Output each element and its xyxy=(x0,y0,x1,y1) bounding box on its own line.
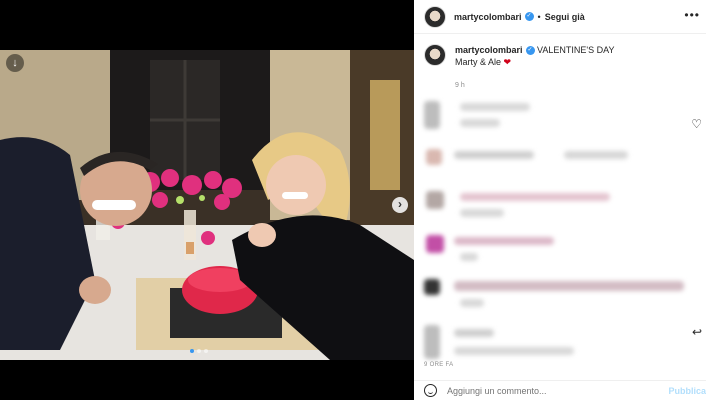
comment-like-icon[interactable]: ♡ xyxy=(691,117,702,131)
comment-item xyxy=(414,141,706,187)
comments-panel: martycolombari ✓ • Segui già ••• martyco… xyxy=(414,0,706,400)
header-username[interactable]: martycolombari xyxy=(454,12,522,22)
post-photo[interactable] xyxy=(0,50,414,360)
download-icon[interactable]: ↓ xyxy=(6,54,24,72)
more-options-icon[interactable]: ••• xyxy=(684,8,700,22)
comments-list: ♡ ↩ xyxy=(414,95,706,371)
comment-avatar xyxy=(424,325,440,359)
carousel-indicator xyxy=(190,349,208,353)
comment-text xyxy=(460,119,500,127)
carousel-dot xyxy=(197,349,201,353)
caption-username[interactable]: martycolombari xyxy=(455,45,523,55)
comment-text xyxy=(564,151,628,159)
comment-avatar xyxy=(426,149,442,165)
instagram-post-viewer: ↓ › martycolombari ✓ • Segui già ••• mar… xyxy=(0,0,706,400)
comment-text xyxy=(460,209,504,217)
comment-avatar xyxy=(426,191,444,209)
caption-time: 9 h xyxy=(455,82,465,89)
post-photo-image xyxy=(0,50,414,360)
comment-text xyxy=(460,253,478,261)
caption-text: Marty & Ale xyxy=(455,57,502,67)
heart-emoji: ❤ xyxy=(503,57,512,67)
next-arrow-icon[interactable]: › xyxy=(392,197,408,213)
post-header: martycolombari ✓ • Segui già ••• xyxy=(414,0,706,34)
comment-text xyxy=(460,299,484,307)
carousel-dot xyxy=(204,349,208,353)
caption-body: martycolombari ✓ VALENTINE'S DAY Marty & … xyxy=(455,44,614,68)
carousel-dot xyxy=(190,349,194,353)
post-caption: martycolombari ✓ VALENTINE'S DAY Marty & … xyxy=(424,44,696,68)
comment-text xyxy=(454,151,534,159)
comment-item xyxy=(414,187,706,233)
comment-text xyxy=(454,329,494,337)
comment-avatar xyxy=(426,235,444,253)
avatar[interactable] xyxy=(424,5,446,28)
comment-input[interactable] xyxy=(447,385,657,396)
verified-icon: ✓ xyxy=(525,46,535,56)
comment-avatar xyxy=(424,279,440,295)
comment-text xyxy=(460,103,530,111)
header-separator: • xyxy=(537,11,541,22)
comment-item: ↩ xyxy=(414,325,706,371)
follow-button[interactable]: Segui già xyxy=(545,12,585,22)
caption-avatar[interactable] xyxy=(424,44,446,66)
comment-text xyxy=(454,281,684,291)
add-comment-bar: Pubblica xyxy=(414,380,706,400)
comment-text xyxy=(454,237,554,245)
comment-text xyxy=(460,193,610,201)
emoji-icon[interactable] xyxy=(424,384,437,397)
publish-button[interactable]: Pubblica xyxy=(668,386,706,396)
post-time: 9 ORE FA xyxy=(424,362,454,368)
caption-title: VALENTINE'S DAY xyxy=(537,45,615,55)
comment-item xyxy=(414,279,706,325)
media-panel: ↓ › xyxy=(0,0,414,400)
comment-text xyxy=(454,347,574,355)
comment-item: ♡ xyxy=(414,95,706,141)
comment-reply-icon[interactable]: ↩ xyxy=(692,325,702,339)
comment-avatar xyxy=(424,101,440,129)
comment-item xyxy=(414,233,706,279)
verified-icon: ✓ xyxy=(524,12,534,21)
